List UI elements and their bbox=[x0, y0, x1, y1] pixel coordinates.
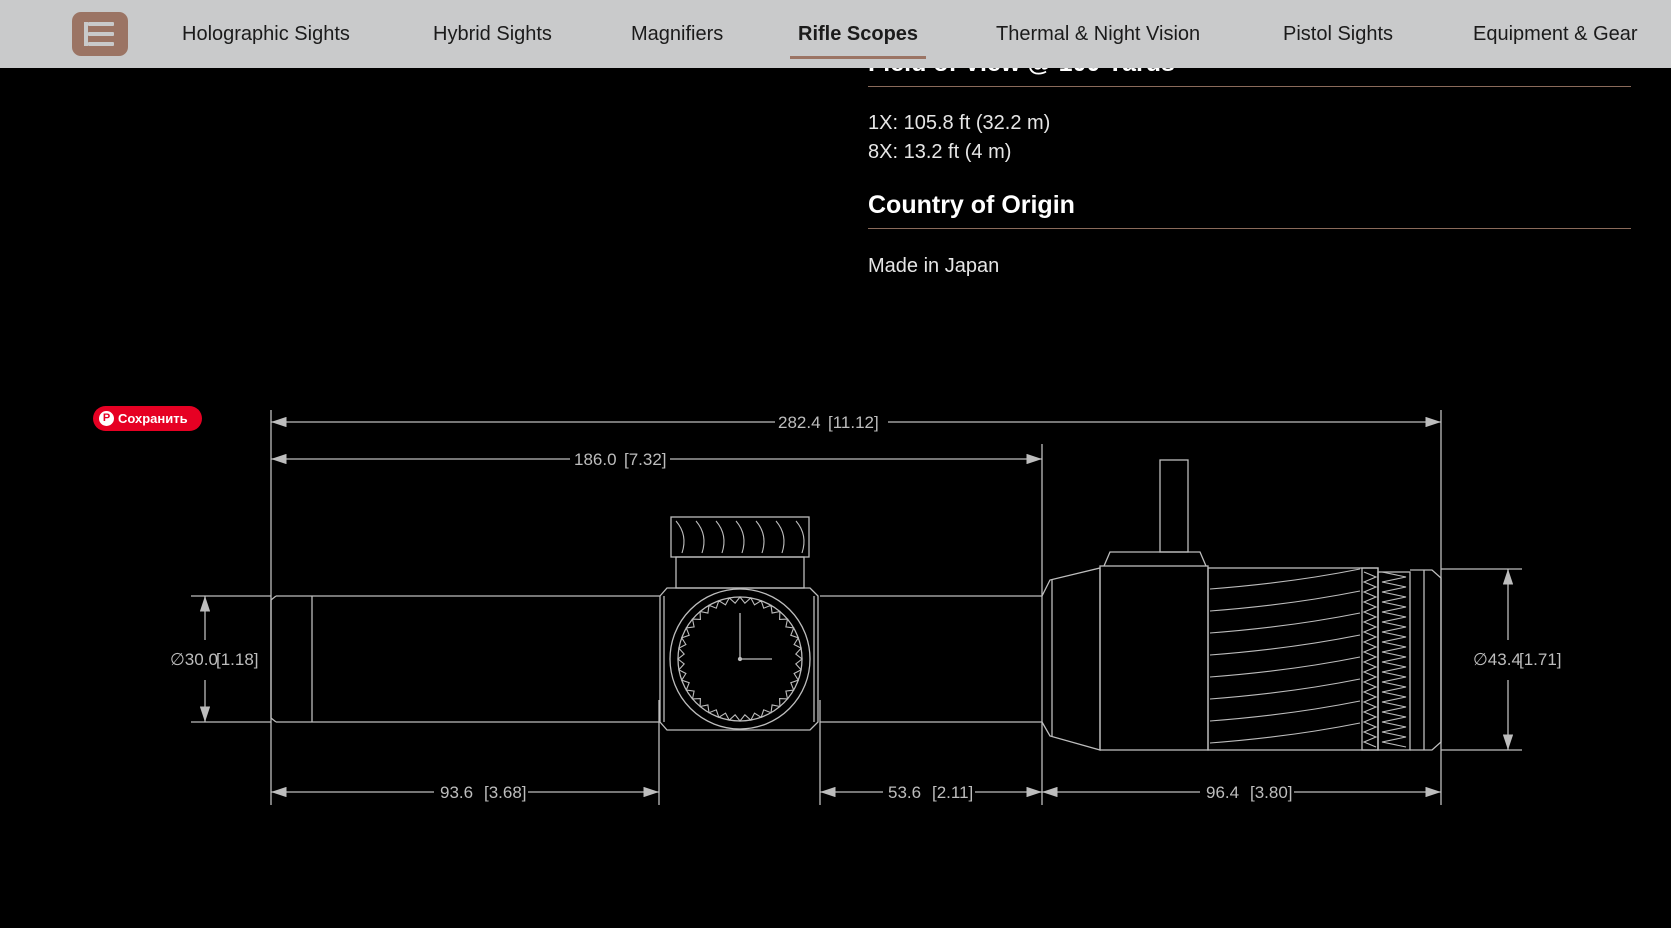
dim-overall-length-in: [11.12] bbox=[828, 413, 879, 432]
nav-thermal-night-vision[interactable]: Thermal & Night Vision bbox=[996, 22, 1200, 46]
dim-turret-to-bell-in: [7.32] bbox=[624, 450, 667, 469]
top-navigation: Holographic Sights Hybrid Sights Magnifi… bbox=[0, 0, 1671, 68]
eotech-logo-icon[interactable] bbox=[72, 12, 128, 56]
dim-tube-diameter-in: [1.18] bbox=[216, 650, 259, 669]
dim-eyepiece: 96.4 bbox=[1206, 783, 1239, 802]
nav-equipment-gear[interactable]: Equipment & Gear bbox=[1473, 22, 1638, 46]
dim-front-to-turret: 93.6 bbox=[440, 783, 473, 802]
dim-turret-to-bell: 186.0 bbox=[574, 450, 617, 469]
active-nav-underline bbox=[790, 56, 926, 59]
nav-holographic-sights[interactable]: Holographic Sights bbox=[182, 22, 350, 46]
dim-eyepiece-in: [3.80] bbox=[1250, 783, 1293, 802]
nav-magnifiers[interactable]: Magnifiers bbox=[631, 22, 723, 46]
nav-rifle-scopes[interactable]: Rifle Scopes bbox=[798, 22, 918, 46]
dim-turret-to-bell-end: 53.6 bbox=[888, 783, 921, 802]
dim-overall-length: 282.4 bbox=[778, 413, 821, 432]
product-page: Field of View @ 100 Yards 1X: 105.8 ft (… bbox=[0, 0, 1671, 928]
dim-front-to-turret-in: [3.68] bbox=[484, 783, 527, 802]
dim-tube-diameter: ∅30.0 bbox=[170, 650, 218, 669]
nav-pistol-sights[interactable]: Pistol Sights bbox=[1283, 22, 1393, 46]
dim-turret-to-bell-end-in: [2.11] bbox=[932, 783, 973, 802]
scope-dimension-drawing: 282.4 [11.12] 186.0 [7.32] 93.6 [3.68] 5… bbox=[170, 410, 1562, 805]
dim-objective-diameter-in: [1.71] bbox=[1519, 650, 1562, 669]
dim-objective-diameter: ∅43.4 bbox=[1473, 650, 1521, 669]
nav-hybrid-sights[interactable]: Hybrid Sights bbox=[433, 22, 552, 46]
